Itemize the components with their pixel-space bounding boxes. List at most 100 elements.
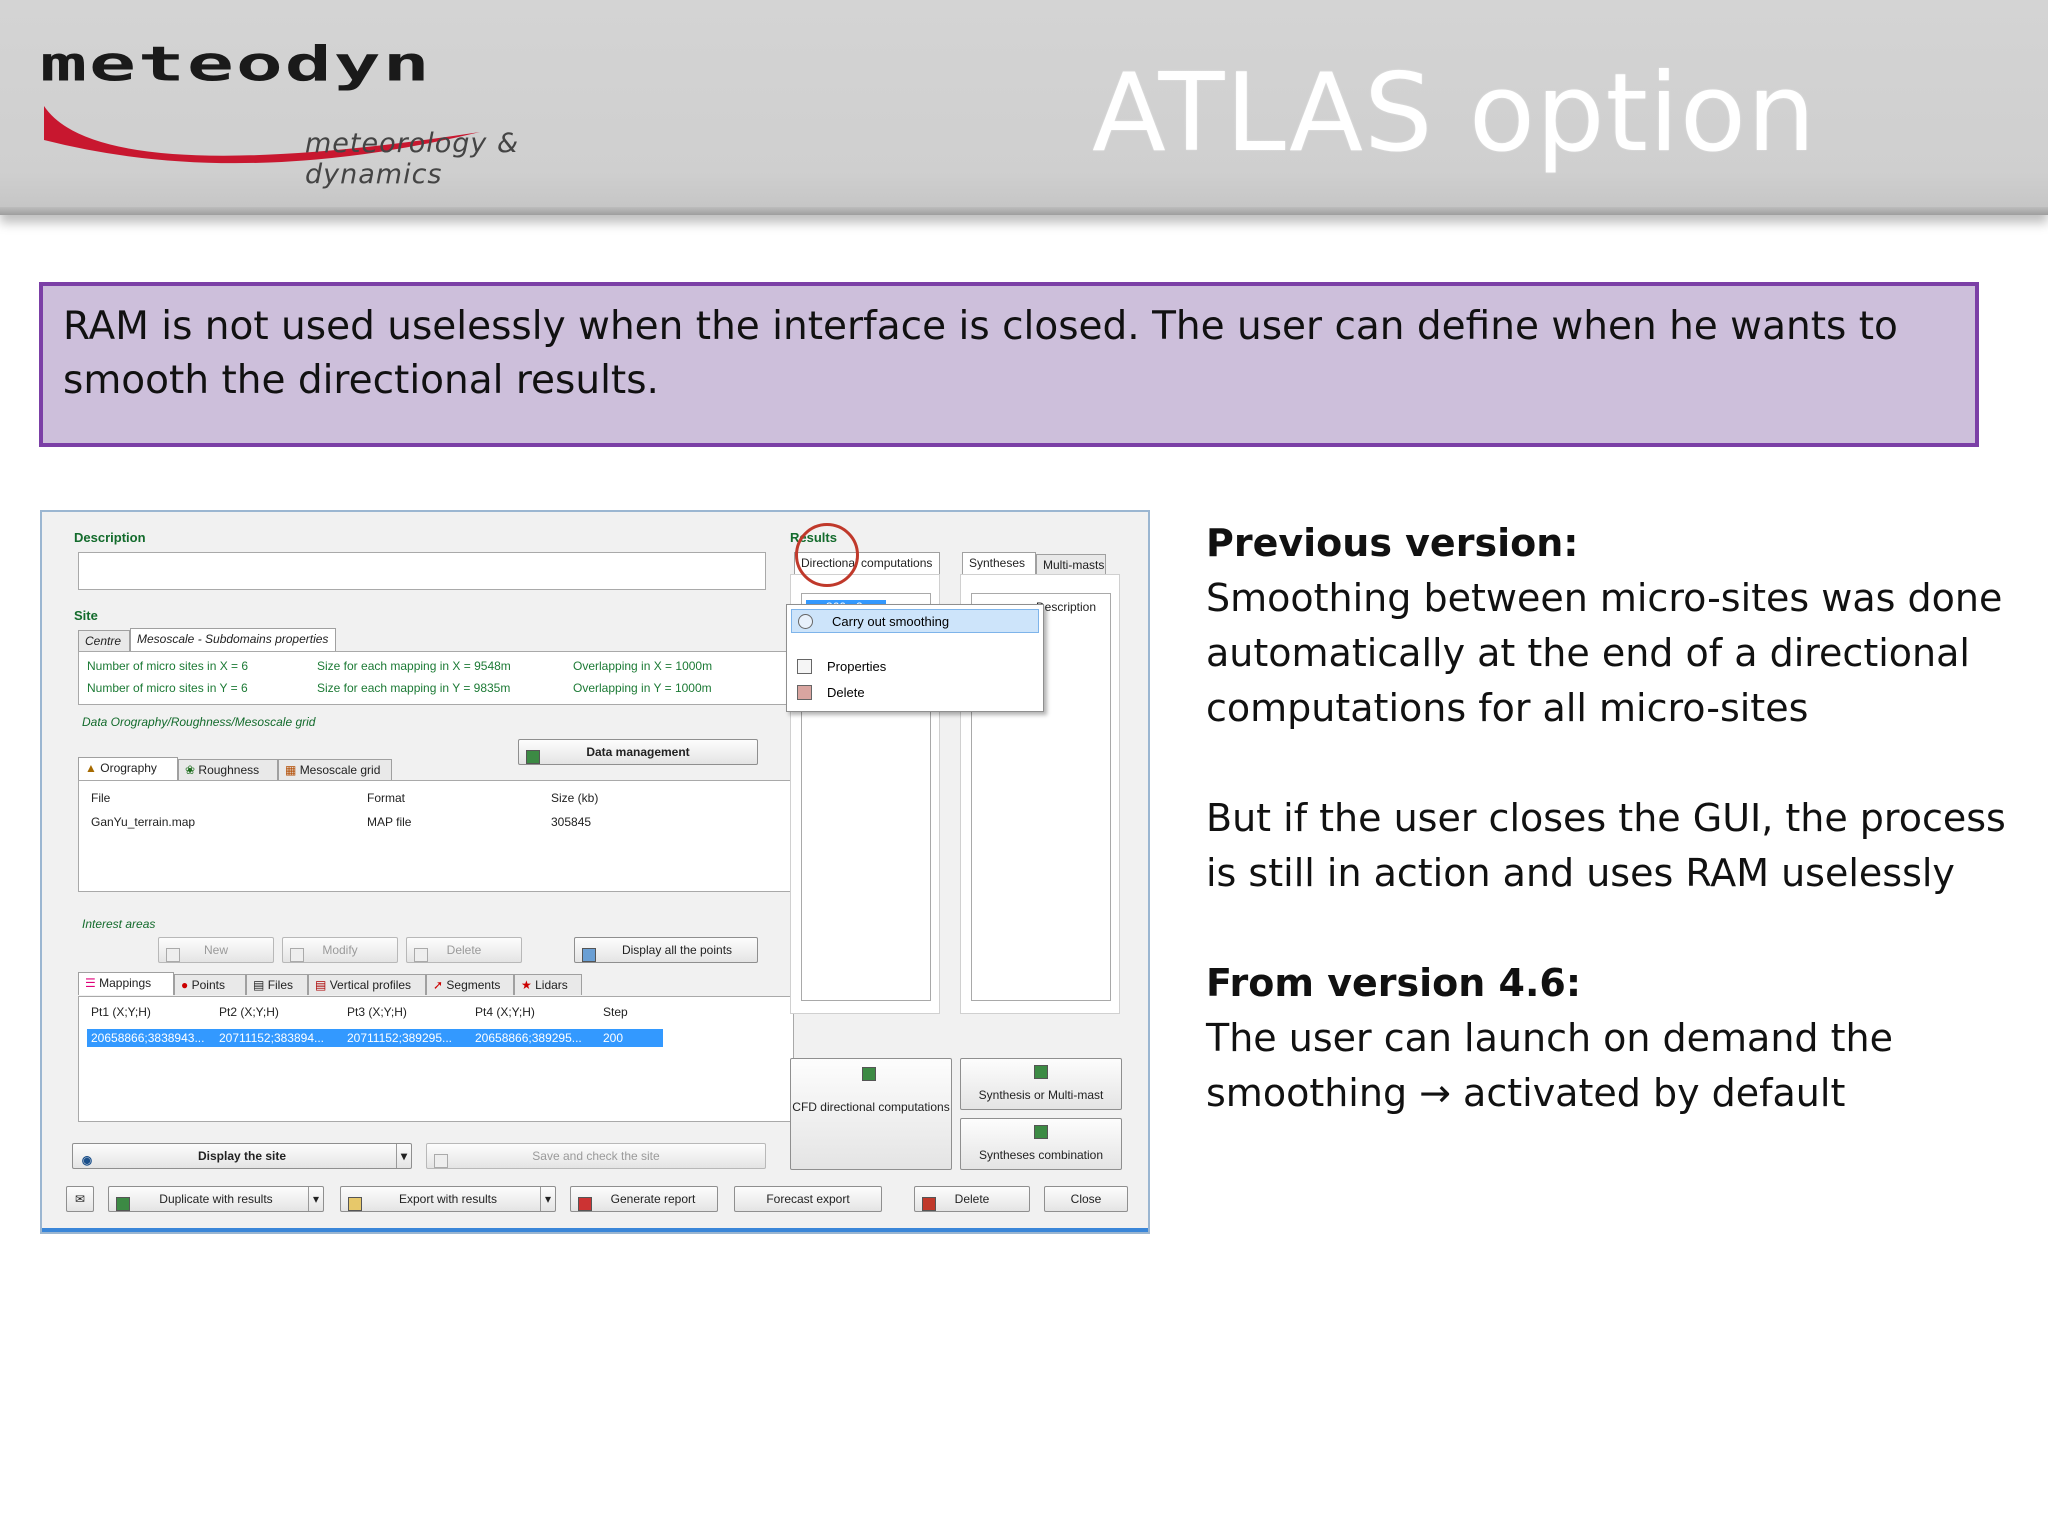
tab-centre[interactable]: Centre bbox=[78, 630, 130, 651]
tab-vertical-profiles[interactable]: ▤ Vertical profiles bbox=[308, 974, 426, 995]
modify-icon bbox=[289, 942, 305, 962]
new-version-heading: From version 4.6: bbox=[1206, 961, 1582, 1005]
menu-item-carry-out-smoothing[interactable]: Carry out smoothing bbox=[791, 609, 1039, 633]
forecast-export-button[interactable]: Forecast export bbox=[734, 1186, 882, 1212]
save-icon bbox=[433, 1148, 449, 1168]
tab-mappings[interactable]: ☰ Mappings bbox=[78, 972, 174, 995]
rainbow-icon: ☰ bbox=[85, 976, 96, 990]
tab-orography[interactable]: ▲ Orography bbox=[78, 757, 178, 780]
note-line: is still in action and uses RAM uselessl… bbox=[1206, 851, 1955, 895]
mail-button[interactable]: ✉ bbox=[66, 1186, 94, 1212]
table-row[interactable]: 20658866;3838943... 20711152;383894... 2… bbox=[87, 1029, 663, 1047]
col-format: Format bbox=[367, 791, 406, 805]
tab-lidars[interactable]: ★ Lidars bbox=[514, 974, 582, 995]
col-file: File bbox=[91, 791, 111, 805]
menu-item-delete[interactable]: Delete bbox=[787, 681, 1043, 705]
eye-icon: ◉ bbox=[81, 1153, 93, 1167]
overlapping-y: Overlapping in Y = 1000m bbox=[573, 681, 712, 695]
note-line: But if the user closes the GUI, the proc… bbox=[1206, 796, 2006, 840]
col-size: Size (kb) bbox=[551, 791, 599, 805]
duplicate-button[interactable]: Duplicate with results ▾ bbox=[108, 1186, 324, 1212]
export-button[interactable]: Export with results ▾ bbox=[340, 1186, 556, 1212]
cell-pt3: 20711152;389295... bbox=[347, 1031, 452, 1045]
delete-icon bbox=[921, 1191, 937, 1211]
data-section-label: Data Orography/Roughness/Mesoscale grid bbox=[82, 715, 316, 729]
tab-files[interactable]: ▤ Files bbox=[246, 974, 308, 995]
tree-icon: ❀ bbox=[185, 763, 196, 777]
mountain-icon: ▲ bbox=[85, 761, 97, 775]
note-line: automatically at the end of a directiona… bbox=[1206, 631, 1970, 675]
close-button[interactable]: Close bbox=[1044, 1186, 1128, 1212]
dropdown-arrow-icon[interactable]: ▾ bbox=[307, 1187, 319, 1211]
cell-step: 200 bbox=[603, 1031, 624, 1045]
file-name: GanYu_terrain.map bbox=[91, 815, 196, 829]
mapping-size-y: Size for each mapping in Y = 9835m bbox=[317, 681, 511, 695]
tab-mesoscale-grid[interactable]: ▦ Mesoscale grid bbox=[278, 759, 392, 780]
dropdown-arrow-icon[interactable]: ▾ bbox=[539, 1187, 551, 1211]
col-pt2: Pt2 (X;Y;H) bbox=[219, 1005, 279, 1019]
combination-icon bbox=[1033, 1123, 1049, 1139]
mapping-size-x: Size for each mapping in X = 9548m bbox=[317, 659, 511, 673]
cfd-icon bbox=[861, 1065, 877, 1081]
col-pt4: Pt4 (X;Y;H) bbox=[475, 1005, 535, 1019]
smoothing-icon bbox=[798, 614, 813, 629]
col-description: Description bbox=[1036, 600, 1097, 614]
cell-pt2: 20711152;383894... bbox=[219, 1031, 324, 1045]
highlight-circle bbox=[795, 523, 859, 587]
new-icon bbox=[165, 942, 181, 962]
note-line: Smoothing between micro-sites was done bbox=[1206, 576, 2003, 620]
callout-box: RAM is not used uselessly when the inter… bbox=[39, 282, 1979, 447]
tab-syntheses[interactable]: Syntheses bbox=[962, 552, 1036, 575]
delete-area-icon bbox=[413, 942, 429, 962]
display-points-icon bbox=[581, 942, 597, 962]
modify-button[interactable]: Modify bbox=[282, 937, 398, 963]
tab-mesoscale-subdomains[interactable]: Mesoscale - Subdomains properties bbox=[130, 628, 336, 651]
cfd-directional-button[interactable]: CFD directional computations bbox=[790, 1058, 952, 1170]
tab-segments[interactable]: ➚ Segments bbox=[426, 974, 514, 995]
tab-points[interactable]: ● Points bbox=[174, 974, 246, 995]
slide-title: ATLAS option bbox=[1092, 51, 1817, 176]
col-step: Step bbox=[603, 1005, 628, 1019]
slide-header: meteodyn meteorology & dynamics ATLAS op… bbox=[0, 0, 2048, 215]
delete-area-button[interactable]: Delete bbox=[406, 937, 522, 963]
save-check-site-button[interactable]: Save and check the site bbox=[426, 1143, 766, 1169]
note-line: smoothing → activated by default bbox=[1206, 1071, 1846, 1115]
envelope-icon: ✉ bbox=[74, 1192, 86, 1206]
tab-roughness[interactable]: ❀ Roughness bbox=[178, 759, 278, 780]
display-site-button[interactable]: ◉ Display the site ▾ bbox=[72, 1143, 412, 1169]
generate-report-button[interactable]: Generate report bbox=[570, 1186, 718, 1212]
delete-button[interactable]: Delete bbox=[914, 1186, 1030, 1212]
export-icon bbox=[347, 1191, 363, 1211]
duplicate-icon bbox=[115, 1191, 131, 1211]
meteodyn-logo: meteodyn meteorology & dynamics bbox=[40, 40, 660, 190]
properties-icon bbox=[797, 659, 812, 674]
synthesis-icon bbox=[1033, 1063, 1049, 1079]
tab-multi-masts[interactable]: Multi-masts bbox=[1036, 554, 1106, 575]
micro-sites-y: Number of micro sites in Y = 6 bbox=[87, 681, 248, 695]
delete-icon bbox=[797, 685, 812, 700]
new-button[interactable]: New bbox=[158, 937, 274, 963]
menu-item-properties[interactable]: Properties bbox=[787, 655, 1043, 679]
profiles-icon: ▤ bbox=[315, 978, 327, 992]
syntheses-combination-button[interactable]: Syntheses combination bbox=[960, 1118, 1122, 1170]
data-management-icon bbox=[525, 744, 541, 764]
description-input[interactable] bbox=[78, 552, 766, 590]
note-line: The user can launch on demand the bbox=[1206, 1016, 1893, 1060]
description-label: Description bbox=[74, 530, 146, 545]
files-icon: ▤ bbox=[253, 978, 265, 992]
micro-sites-x: Number of micro sites in X = 6 bbox=[87, 659, 249, 673]
data-management-button[interactable]: Data management bbox=[518, 739, 758, 765]
site-label: Site bbox=[74, 608, 98, 623]
segments-icon: ➚ bbox=[433, 978, 444, 992]
file-format: MAP file bbox=[367, 815, 412, 829]
previous-version-heading: Previous version: bbox=[1206, 521, 1579, 565]
overlapping-x: Overlapping in X = 1000m bbox=[573, 659, 713, 673]
col-pt1: Pt1 (X;Y;H) bbox=[91, 1005, 151, 1019]
note-line: computations for all micro-sites bbox=[1206, 686, 1809, 730]
report-icon bbox=[577, 1191, 593, 1211]
display-all-points-button[interactable]: Display all the points bbox=[574, 937, 758, 963]
cell-pt4: 20658866;389295... bbox=[475, 1031, 582, 1045]
col-pt3: Pt3 (X;Y;H) bbox=[347, 1005, 407, 1019]
dropdown-arrow-icon[interactable]: ▾ bbox=[395, 1144, 407, 1168]
synthesis-multimast-button[interactable]: Synthesis or Multi-mast bbox=[960, 1058, 1122, 1110]
